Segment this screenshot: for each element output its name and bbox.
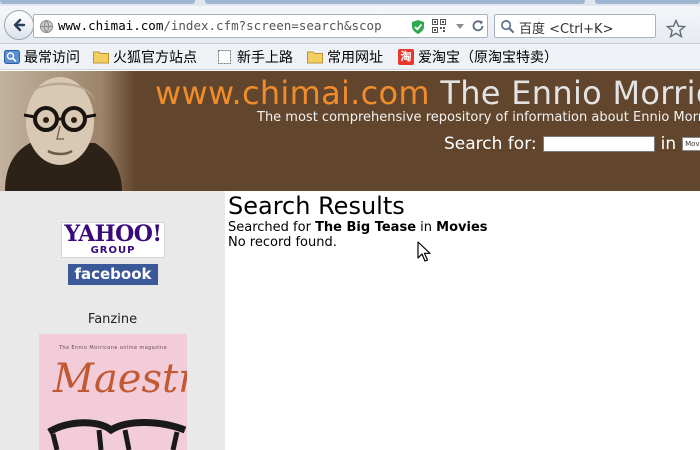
navigation-toolbar: www.chimai.com/index.cfm?screen=search&s…: [0, 6, 700, 44]
search-for-label: Search for:: [444, 134, 537, 154]
shield-icon[interactable]: [411, 19, 425, 35]
main-content: Search Results Searched for The Big Teas…: [225, 191, 700, 450]
yahoo-group-link[interactable]: YAHOO! GROUP: [61, 222, 165, 258]
search-placeholder: 百度 <Ctrl+K>: [519, 22, 614, 37]
page-icon: [218, 50, 231, 64]
search-in-label: in: [660, 134, 677, 154]
bookmark-ai-taobao[interactable]: 淘 爱淘宝（原淘宝特卖）: [398, 48, 558, 66]
search-query: The Big Tease: [315, 220, 417, 235]
no-results-message: No record found.: [228, 235, 337, 250]
site-search-form: Search for: in Movies: [444, 133, 700, 155]
site-domain[interactable]: www.chimai.com: [155, 74, 430, 112]
arrow-left-icon: [13, 18, 26, 32]
folder-icon: [93, 51, 109, 64]
site-search-input[interactable]: [542, 136, 655, 152]
qr-code-icon[interactable]: [432, 19, 446, 33]
bookmark-star-icon[interactable]: [666, 19, 686, 39]
mouse-cursor-icon: [417, 241, 431, 262]
url-host: www.chimai.com: [58, 18, 164, 33]
page-title: Search Results: [228, 192, 405, 220]
bookmark-label: 新手上路: [237, 50, 293, 66]
site-title: www.chimai.com The Ennio Morricone: [155, 74, 700, 112]
sidebar: YAHOO! GROUP facebook Fanzine The Ennio …: [0, 191, 225, 450]
browser-tab[interactable]: [595, 0, 700, 4]
search-scope-select[interactable]: Movies: [682, 137, 700, 151]
search-summary: Searched for The Big Tease in Movies: [228, 220, 488, 235]
bookmark-firefox-site[interactable]: 火狐官方站点: [93, 48, 197, 66]
url-path: /index.cfm?screen=search&scop: [163, 18, 382, 33]
bookmark-getting-started[interactable]: 新手上路: [217, 48, 293, 66]
search-category: Movies: [436, 220, 488, 235]
web-search-input[interactable]: 百度 <Ctrl+K>: [494, 14, 656, 38]
taobao-icon: 淘: [398, 49, 414, 65]
bookmarks-toolbar: 最常访问 火狐官方站点 新手上路 常用网址 淘 爱淘宝（原淘宝特卖）: [0, 44, 700, 70]
address-text[interactable]: www.chimai.com/index.cfm?screen=search&s…: [58, 18, 408, 34]
yahoo-logo: YAHOO!: [64, 221, 162, 247]
glasses-illustration: [47, 419, 187, 450]
in-label: in: [420, 220, 433, 235]
bookmark-label: 爱淘宝（原淘宝特卖）: [418, 50, 558, 66]
bookmark-common-sites[interactable]: 常用网址: [307, 48, 383, 66]
site-name: The Ennio Morricone: [440, 74, 700, 112]
bookmark-label: 常用网址: [327, 50, 383, 66]
browser-tab[interactable]: [205, 0, 585, 4]
browser-tab[interactable]: [0, 0, 195, 4]
most-visited-icon: [4, 50, 20, 64]
fanzine-label: Fanzine: [87, 312, 138, 327]
back-button[interactable]: [4, 10, 34, 40]
site-header: www.chimai.com The Ennio Morricone The m…: [0, 71, 700, 191]
bookmark-label: 火狐官方站点: [113, 50, 197, 66]
folder-icon: [307, 51, 323, 64]
bookmark-most-visited[interactable]: 最常访问: [4, 48, 80, 66]
ennio-morricone-portrait: [0, 71, 135, 191]
history-dropdown-icon[interactable]: [454, 20, 466, 32]
reload-icon[interactable]: [471, 19, 485, 33]
facebook-link[interactable]: facebook: [68, 264, 158, 285]
fanzine-cover-link[interactable]: The Ennio Morricone online magazine Maes…: [39, 334, 187, 450]
search-icon: [501, 20, 515, 34]
address-bar[interactable]: www.chimai.com/index.cfm?screen=search&s…: [33, 14, 488, 38]
site-tagline: The most comprehensive repository of inf…: [257, 110, 700, 125]
searched-for-label: Searched for: [228, 220, 311, 235]
globe-icon: [39, 19, 54, 34]
bookmark-label: 最常访问: [24, 50, 80, 66]
